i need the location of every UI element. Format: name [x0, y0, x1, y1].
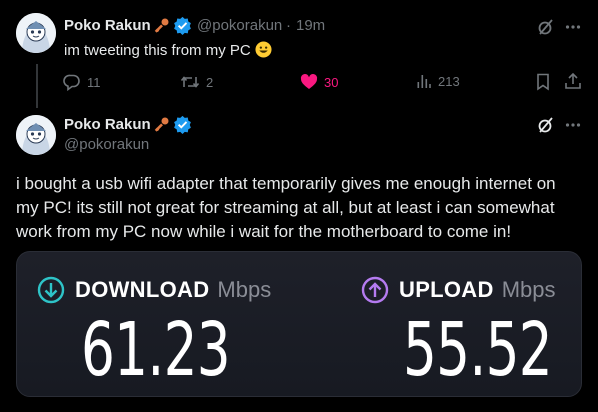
grok-icon[interactable]: [537, 116, 555, 139]
bookmark-icon[interactable]: [535, 73, 551, 96]
reply-icon: [63, 74, 80, 91]
thread-connector-line: [36, 64, 38, 108]
retweet-count: 2: [206, 74, 214, 90]
retweet-button[interactable]: 2: [180, 73, 213, 91]
like-button[interactable]: 30: [300, 73, 338, 91]
share-icon[interactable]: [564, 72, 582, 95]
download-value: 61.23: [81, 307, 231, 393]
tweet-timestamp[interactable]: 19m: [296, 17, 325, 34]
author-name[interactable]: Poko Rakun: [64, 17, 151, 34]
speedtest-result-image[interactable]: DOWNLOAD Mbps 61.23 UPLOAD Mbps 55.52: [16, 251, 582, 397]
upload-unit: Mbps: [501, 277, 556, 302]
upload-header: UPLOAD Mbps: [361, 276, 556, 304]
reply-button[interactable]: 11: [63, 73, 101, 91]
views-button[interactable]: 213: [416, 73, 460, 89]
download-arrow-icon: [37, 276, 65, 304]
views-count: 213: [438, 73, 460, 89]
grinning-face-emoji-icon: [255, 41, 272, 62]
separator-dot: ·: [286, 17, 291, 34]
like-count: 30: [324, 74, 339, 90]
download-header: DOWNLOAD Mbps: [37, 276, 271, 304]
more-options-icon[interactable]: [565, 117, 581, 138]
upload-label: UPLOAD: [399, 277, 494, 302]
grok-icon[interactable]: [537, 18, 555, 41]
retweet-icon: [180, 76, 200, 88]
upload-value: 55.52: [403, 307, 553, 393]
avatar[interactable]: [16, 115, 56, 155]
heart-icon: [300, 74, 318, 89]
avatar[interactable]: [16, 13, 56, 53]
key-icon: [152, 17, 170, 40]
key-icon: [152, 116, 170, 139]
author-handle[interactable]: @pokorakun: [64, 136, 149, 153]
views-chart-icon: [417, 75, 431, 88]
reply-count: 11: [87, 74, 101, 90]
tweet-text: i bought a usb wifi adapter that tempora…: [16, 174, 556, 241]
author-handle[interactable]: @pokorakun: [197, 17, 282, 34]
more-options-icon[interactable]: [565, 19, 581, 40]
author-name[interactable]: Poko Rakun: [64, 116, 151, 133]
verified-badge-icon[interactable]: [173, 16, 192, 40]
upload-arrow-icon: [361, 276, 389, 304]
download-unit: Mbps: [217, 277, 272, 302]
tweet-text-content: im tweeting this from my PC: [64, 42, 251, 59]
verified-badge-icon[interactable]: [173, 115, 192, 139]
download-label: DOWNLOAD: [75, 277, 210, 302]
tweet-text: im tweeting this from my PC: [64, 41, 272, 62]
